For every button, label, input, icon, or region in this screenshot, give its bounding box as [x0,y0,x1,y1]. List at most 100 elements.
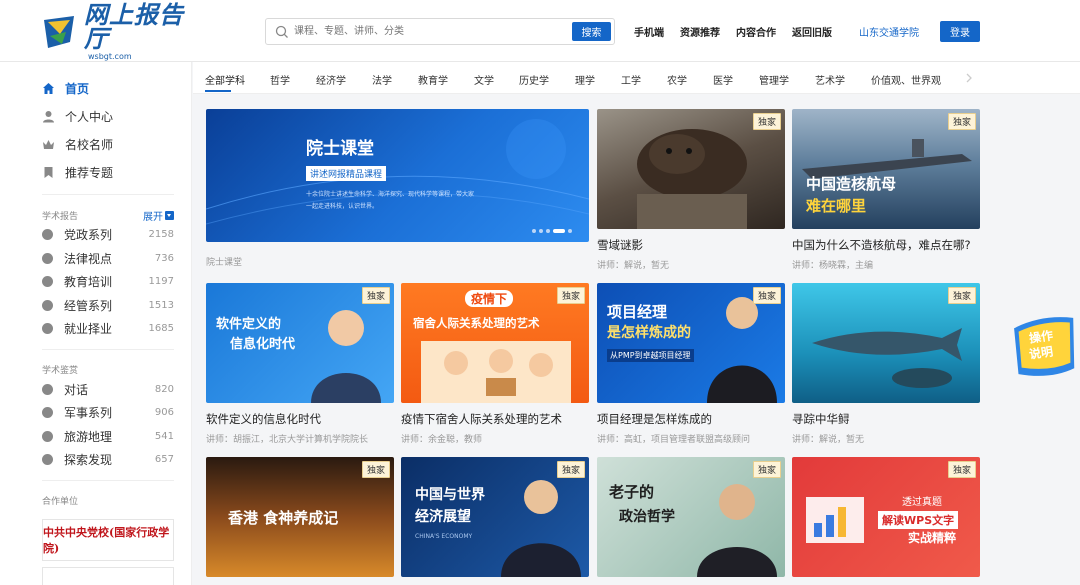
sidebar-item-teachers[interactable]: 名校名师 [0,130,191,158]
tab-literature[interactable]: 文学 [474,72,494,87]
course-card[interactable]: 项目经理 是怎样炼成的 从PMP到卓越项目经理 独家 项目经理是怎样炼成的 讲师… [597,283,785,445]
exclusive-badge: 独家 [947,461,976,478]
carousel-dot-active[interactable] [553,229,565,233]
sidebar-item-label: 名校名师 [65,137,114,152]
tab-law[interactable]: 法学 [372,72,392,87]
item-label: 教育培训 [64,275,113,290]
thumb-headline: 难在哪里 [806,197,867,215]
item-label: 探索发现 [64,453,113,468]
item-label: 旅游地理 [64,429,113,444]
carousel-dot[interactable] [568,229,572,233]
sidebar-item-military[interactable]: 军事系列 906 [0,401,191,425]
item-label: 军事系列 [64,406,113,421]
course-title[interactable]: 寻踪中华鲟 [792,411,980,427]
tab-agriculture[interactable]: 农学 [667,72,687,87]
item-label: 党政系列 [64,228,113,243]
sidebar-item-label: 个人中心 [65,109,114,124]
course-card[interactable]: 透过真题 解读WPS文字 实战精粹 独家 [792,457,980,577]
course-card[interactable]: 疫情下 宿舍人际关系处理的艺术 独家 疫情下宿舍人际关系处理的艺术 讲师：余金聪… [401,283,589,445]
compass-icon [42,454,53,466]
site-logo[interactable]: 网上报告厅 wsbgt.com [40,3,190,61]
banner-desc: 一起走进科技，认识世界。 [306,203,379,210]
tab-art[interactable]: 艺术学 [815,72,845,87]
course-title[interactable]: 软件定义的信息化时代 [206,411,394,427]
section-title: 学术鉴赏 [42,366,79,376]
banner-card[interactable]: 院士课堂 讲述网报精品课程 十余位院士讲述生命科学、海洋探究、现代科学等课程，带… [206,109,589,268]
course-card[interactable]: 中国与世界 经济展望 CHINA'S ECONOMY 独家 [401,457,589,577]
search-box: 搜索 [265,18,615,45]
tab-all[interactable]: 全部学科 [205,72,245,87]
search-input[interactable] [294,21,564,42]
thumb-headline: 解读WPS文字 [878,511,959,529]
thumb-headline: 项目经理 [607,303,668,321]
school-name[interactable]: 山东交通学院 [859,24,919,39]
tab-education[interactable]: 教育学 [418,72,448,87]
tab-engineering[interactable]: 工学 [621,72,641,87]
carousel-dot[interactable] [532,229,536,233]
sidebar-item-party[interactable]: 党政系列 2158 [0,223,191,247]
course-card[interactable]: 软件定义的 信息化时代 独家 软件定义的信息化时代 讲师：胡振江，北京大学计算机… [206,283,394,445]
graduation-cap-icon [42,276,53,288]
thumb-headline: 实战精粹 [908,531,957,545]
nav-resources[interactable]: 资源推荐 [680,24,720,39]
carousel-dot[interactable] [539,229,543,233]
course-title[interactable]: 中国为什么不造核航母，难点在哪? [792,237,980,253]
thumb-headline: 软件定义的 [216,317,282,332]
sidebar-item-explore[interactable]: 探索发现 657 [0,448,191,472]
sidebar-item-management[interactable]: 经管系列 1513 [0,294,191,318]
tab-management[interactable]: 管理学 [759,72,789,87]
tab-medicine[interactable]: 医学 [713,72,733,87]
partner-logo[interactable]: 中共中央党校(国家行政学院) [42,518,174,561]
sidebar-item-travel[interactable]: 旅游地理 541 [0,425,191,449]
course-thumbnail: 独家 [597,109,785,229]
thumb-headline: 香港 食神养成记 [228,509,339,527]
sidebar-item-home[interactable]: 首页 [0,74,191,102]
nav-old-version[interactable]: 返回旧版 [792,24,832,39]
sidebar-item-topics[interactable]: 推荐专题 [0,158,191,186]
course-thumbnail: 透过真题 解读WPS文字 实战精粹 独家 [792,457,980,577]
tab-science[interactable]: 理学 [575,72,595,87]
course-card[interactable]: 香港 食神养成记 独家 [206,457,394,577]
sidebar-item-education[interactable]: 教育培训 1197 [0,270,191,294]
partner-logo[interactable] [42,566,174,585]
course-card[interactable]: 老子的 政治哲学 独家 [597,457,785,577]
thumb-headline: 政治哲学 [619,509,675,525]
course-card[interactable]: 独家 雪域谜影 讲师：解说，暂无 [597,109,785,271]
sidebar-item-profile[interactable]: 个人中心 [0,102,191,130]
help-floating-button[interactable]: 操作 说明 [1011,314,1080,380]
tab-philosophy[interactable]: 哲学 [270,72,290,87]
thumb-headline: 老子的 [609,483,655,501]
sidebar-item-law[interactable]: 法律视点 736 [0,247,191,271]
course-meta: 讲师：解说，暂无 [597,261,670,271]
search-button[interactable]: 搜索 [572,22,611,41]
nav-mobile[interactable]: 手机端 [634,24,664,39]
logo-mark-icon [40,12,80,52]
course-title[interactable]: 疫情下宿舍人际关系处理的艺术 [401,411,589,427]
tab-economics[interactable]: 经济学 [316,72,346,87]
thumb-headline: 信息化时代 [230,337,296,352]
course-title[interactable]: 项目经理是怎样炼成的 [597,411,785,427]
course-title[interactable]: 雪域谜影 [597,237,785,253]
briefcase-icon [42,323,53,335]
tab-history[interactable]: 历史学 [519,72,549,87]
item-count: 1685 [148,323,174,335]
item-count: 1197 [148,276,174,288]
course-meta: 讲师：胡振江，北京大学计算机学院院长 [206,435,369,445]
expand-toggle[interactable]: 展开 [143,208,174,223]
tab-values[interactable]: 价值观、世界观 [871,72,941,87]
banner-desc: 十余位院士讲述生命科学、海洋探究、现代科学等课程，带大家 [306,191,475,198]
section-title: 合作单位 [42,497,79,507]
nav-cooperation[interactable]: 内容合作 [736,24,776,39]
course-card[interactable]: 中国造核航母 难在哪里 独家 中国为什么不造核航母，难点在哪? 讲师：杨晓霖，主… [792,109,980,271]
sidebar-item-dialogue[interactable]: 对话 820 [0,378,191,402]
banner-lines [206,119,589,225]
carousel-dots [532,229,572,233]
course-meta: 讲师：余金聪，教师 [401,435,483,445]
shield-icon [42,252,53,264]
login-button[interactable]: 登录 [940,21,980,42]
logo-domain: wsbgt.com [88,52,132,61]
chevron-right-icon[interactable] [963,72,975,84]
course-card[interactable]: 独家 寻踪中华鲟 讲师：解说，暂无 [792,283,980,445]
carousel-dot[interactable] [546,229,550,233]
sidebar-item-career[interactable]: 就业择业 1685 [0,317,191,341]
